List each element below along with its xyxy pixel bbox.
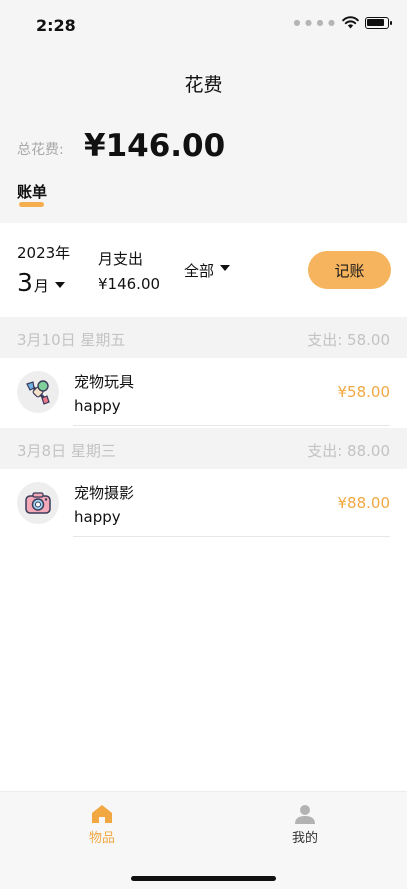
category-filter[interactable]: 全部 [184, 260, 231, 281]
nav-item-mine[interactable]: 我的 [265, 804, 345, 846]
month-spend-label: 月支出 [98, 250, 144, 268]
month-selector[interactable]: 3 月 [17, 268, 65, 297]
list-item[interactable]: 宠物摄影 happy ¥88.00 [0, 469, 407, 537]
month-spend-value: ¥146.00 [98, 275, 161, 293]
tab-bill[interactable]: 账单 [17, 181, 47, 202]
total-spend-label: 总花费: [17, 142, 64, 158]
item-note: happy [74, 508, 121, 526]
home-indicator [131, 876, 276, 881]
item-amount: ¥58.00 [337, 383, 391, 401]
record-button[interactable]: 记账 [308, 251, 391, 289]
day-date: 3月10日 星期五 [17, 331, 126, 349]
header: 花费 总花费: ¥146.00 账单 [0, 50, 407, 223]
nav-label-items: 物品 [88, 831, 115, 846]
signal-icon: ● ● ● ● [293, 18, 336, 27]
nav-item-items[interactable]: 物品 [62, 804, 142, 846]
divider [73, 536, 390, 537]
year-label[interactable]: 2023年 [17, 242, 70, 263]
day-header: 3月8日 星期三 支出: 88.00 [0, 428, 407, 469]
bottom-nav: 物品 我的 [0, 791, 407, 889]
day-header: 3月10日 星期五 支出: 58.00 [0, 317, 407, 358]
caret-down-icon [54, 282, 65, 288]
status-icons: ● ● ● ● [293, 16, 392, 29]
day-total: 支出: 58.00 [307, 331, 390, 349]
item-name: 宠物摄影 [74, 484, 135, 502]
status-bar: 2:28 ● ● ● ● [0, 0, 407, 50]
wifi-icon [342, 16, 359, 29]
caret-down-icon [220, 264, 231, 271]
pet-toy-icon [17, 371, 59, 413]
page-title: 花费 [184, 74, 223, 96]
month-unit: 月 [33, 277, 49, 295]
status-time: 2:28 [36, 16, 76, 35]
filter-bar: 2023年 3 月 月支出 ¥146.00 全部 记账 [0, 223, 407, 317]
day-date: 3月8日 星期三 [17, 442, 116, 460]
list-item[interactable]: 宠物玩具 happy ¥58.00 [0, 358, 407, 426]
item-note: happy [74, 397, 121, 415]
camera-icon [17, 482, 59, 524]
tab-active-indicator [19, 202, 44, 207]
category-filter-label: 全部 [184, 262, 215, 280]
month-number: 3 [17, 268, 33, 297]
battery-icon [365, 16, 392, 29]
user-icon [295, 805, 315, 824]
home-icon [92, 805, 112, 823]
item-name: 宠物玩具 [74, 373, 135, 391]
divider [73, 425, 390, 426]
day-total: 支出: 88.00 [307, 442, 390, 460]
nav-label-mine: 我的 [291, 831, 318, 846]
item-amount: ¥88.00 [337, 494, 391, 512]
total-spend-amount: ¥146.00 [84, 128, 226, 164]
